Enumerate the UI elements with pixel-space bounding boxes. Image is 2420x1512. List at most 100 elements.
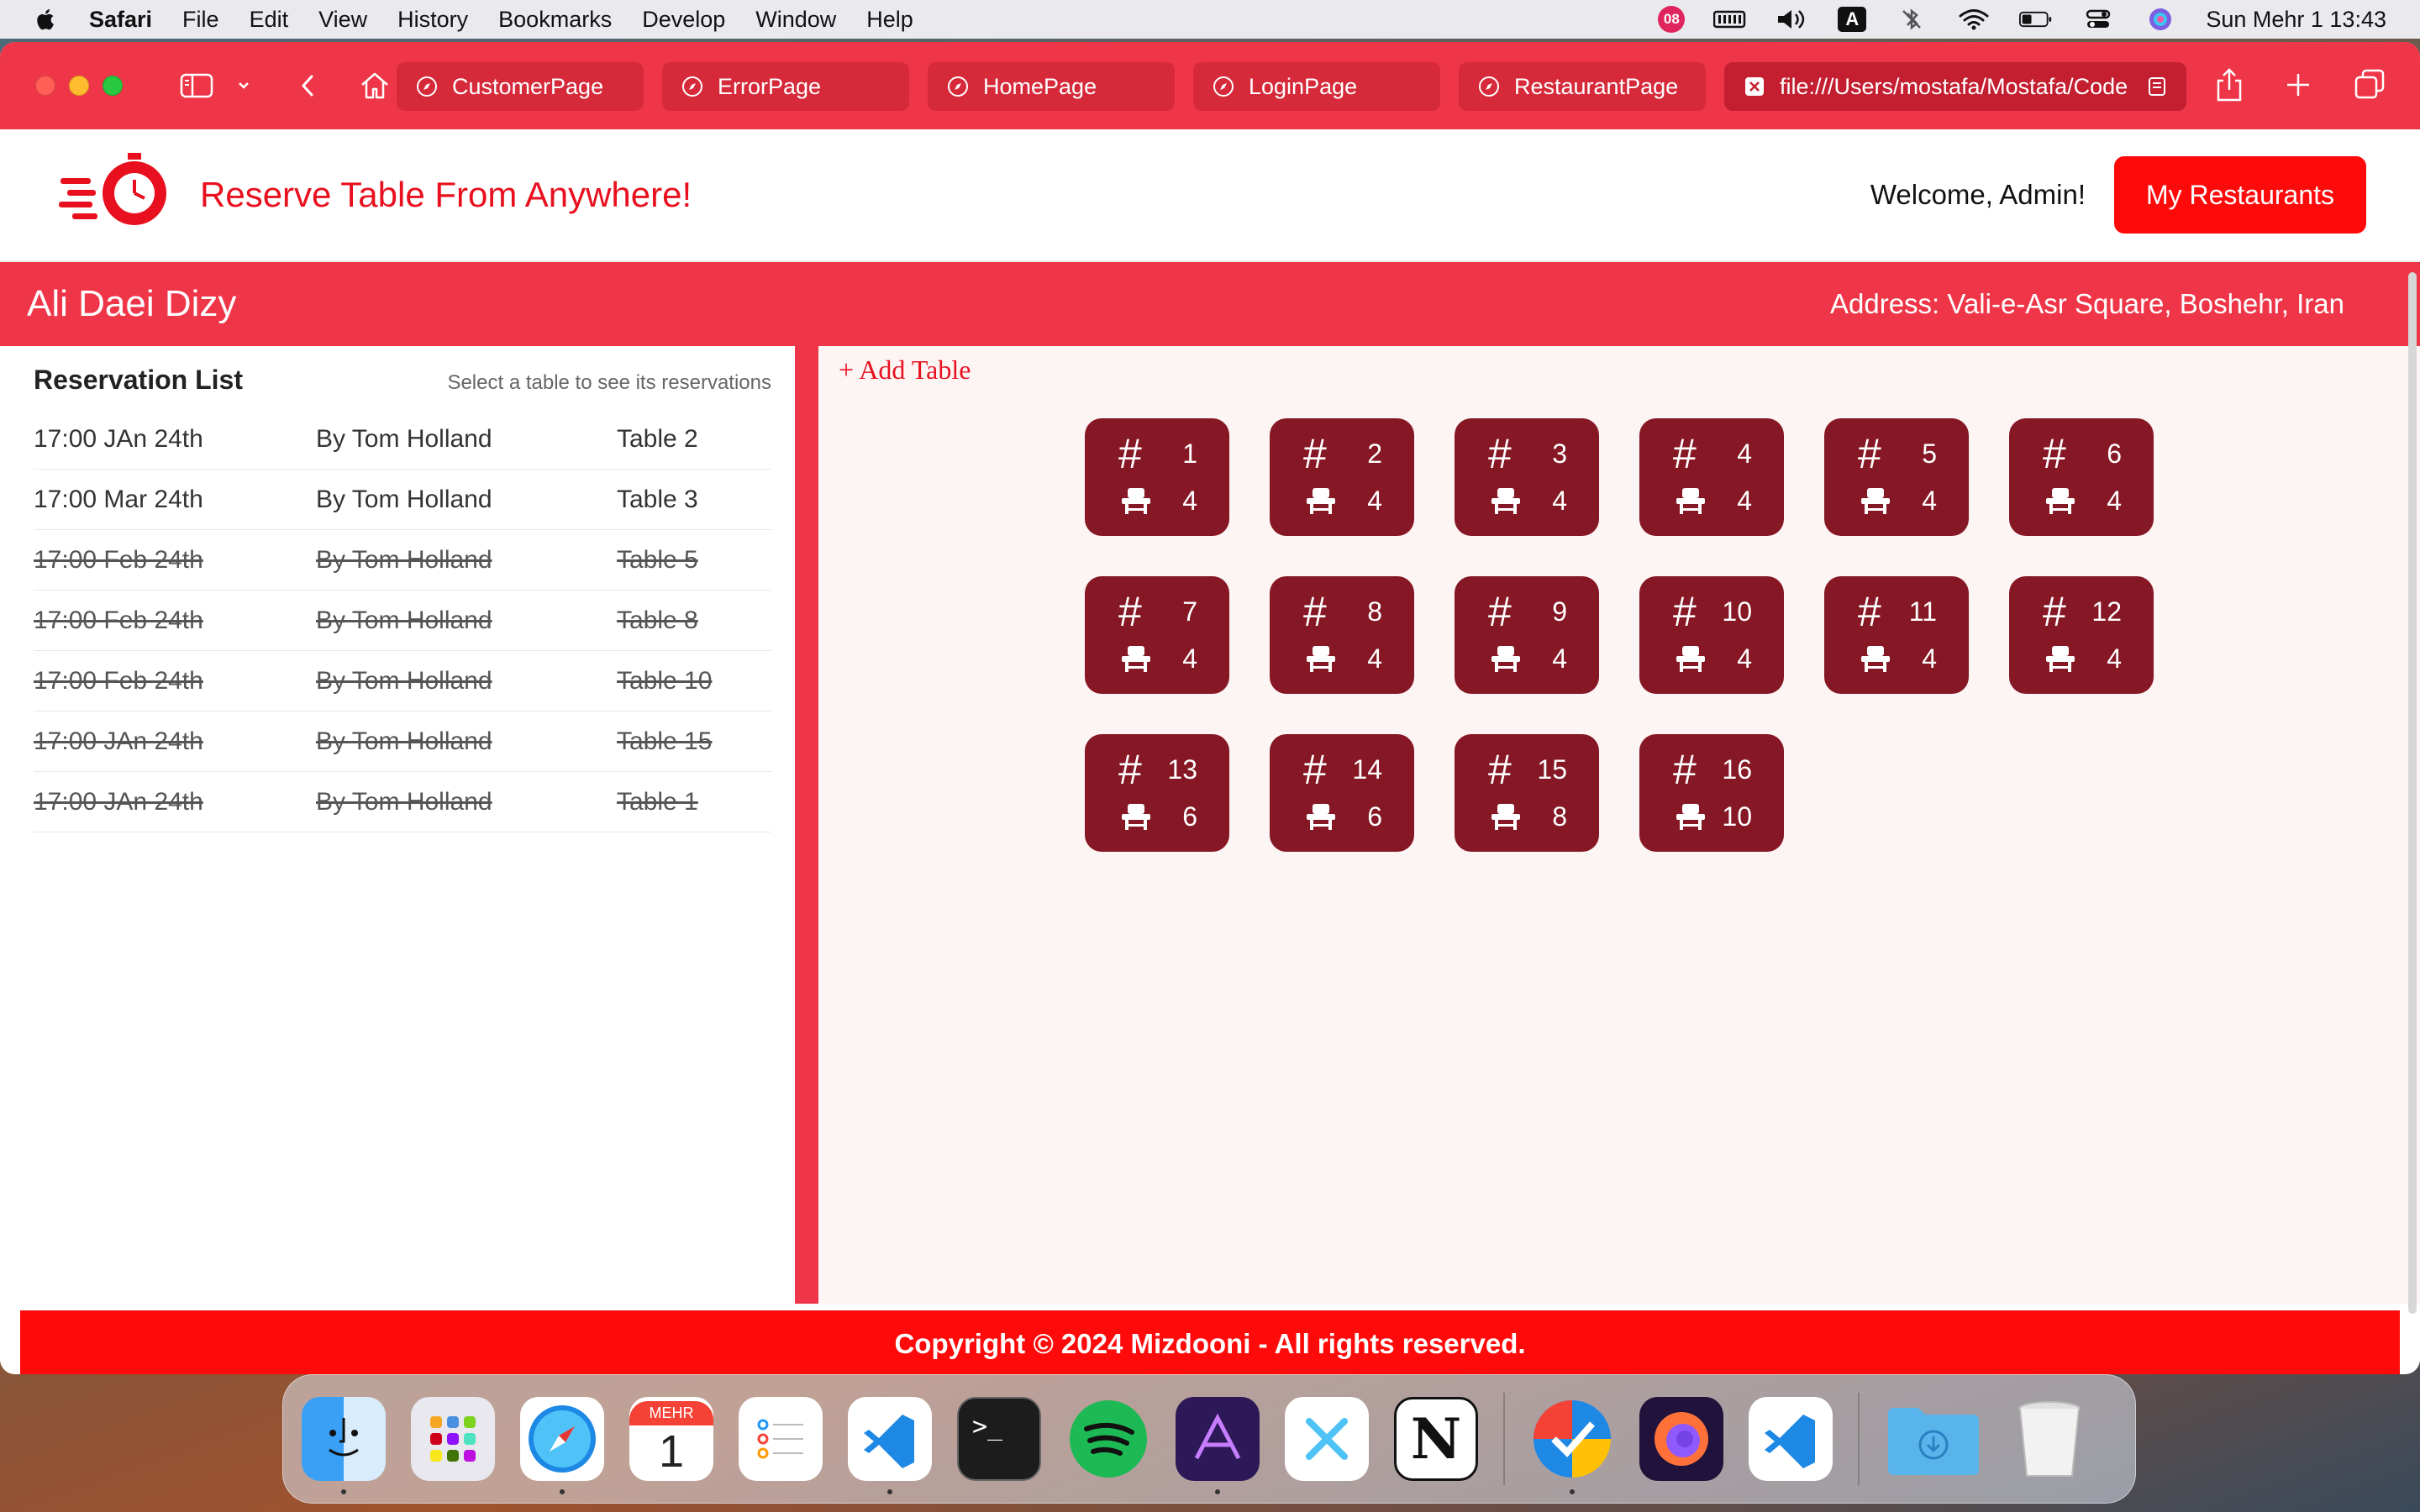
safari-icon[interactable] <box>520 1397 604 1494</box>
notion-icon[interactable]: N <box>1394 1397 1478 1481</box>
launchpad-icon[interactable] <box>411 1397 495 1481</box>
address-field[interactable]: file:///Users/mostafa/Mostafa/Code <box>1780 74 2133 100</box>
xcode-like-icon[interactable] <box>1285 1397 1369 1481</box>
table-card[interactable]: #5 4 <box>1824 418 1969 536</box>
affinity-icon[interactable] <box>1176 1397 1260 1494</box>
reservation-hint: Select a table to see its reservations <box>447 371 771 394</box>
battery-icon[interactable] <box>2019 8 2053 31</box>
share-icon[interactable] <box>2215 67 2244 102</box>
table-number: 3 <box>1552 438 1567 469</box>
menu-app-name[interactable]: Safari <box>89 7 152 33</box>
table-card[interactable]: #9 4 <box>1455 576 1599 694</box>
reservation-row[interactable]: 17:00 Feb 24th By Tom Holland Table 10 <box>34 651 771 711</box>
menubar-clock[interactable]: Sun Mehr 1 13:43 <box>2206 7 2386 33</box>
reservation-customer: By Tom Holland <box>316 727 492 755</box>
calendar-icon[interactable]: MEHR 1 <box>629 1397 713 1481</box>
siri-icon[interactable] <box>2144 8 2177 31</box>
reader-mode-icon[interactable] <box>2146 75 2170 98</box>
page-scrollbar[interactable] <box>2408 272 2417 1314</box>
tab-restaurant-page[interactable]: RestaurantPage <box>1459 62 1706 111</box>
table-card[interactable]: #10 4 <box>1639 576 1784 694</box>
input-source-icon[interactable]: A <box>1838 7 1867 32</box>
table-card[interactable]: #6 4 <box>2009 418 2154 536</box>
chevron-down-icon[interactable] <box>225 67 262 104</box>
reservation-table: Table 1 <box>617 787 698 816</box>
chair-icon <box>1303 483 1339 518</box>
tab-label: ErrorPage <box>718 73 822 99</box>
table-card[interactable]: #2 4 <box>1270 418 1414 536</box>
table-card[interactable]: #3 4 <box>1455 418 1599 536</box>
dock: MEHR 1 >_ N <box>282 1374 2136 1504</box>
add-table-button[interactable]: + Add Table <box>839 354 971 386</box>
finder-icon[interactable] <box>302 1397 386 1494</box>
tab-active-file[interactable]: file:///Users/mostafa/Mostafa/Code <box>1724 62 2186 111</box>
table-card[interactable]: #1 4 <box>1085 418 1229 536</box>
tab-home-page[interactable]: HomePage <box>928 62 1175 111</box>
volume-icon[interactable] <box>1776 8 1809 31</box>
reservation-row[interactable]: 17:00 Feb 24th By Tom Holland Table 8 <box>34 591 771 651</box>
reservation-time: 17:00 Feb 24th <box>34 606 203 634</box>
table-seats: 4 <box>1367 485 1382 516</box>
bluetooth-off-icon[interactable] <box>1895 8 1928 31</box>
todo-icon[interactable] <box>1530 1397 1614 1494</box>
tab-error-page[interactable]: ErrorPage <box>662 62 909 111</box>
window-controls <box>35 76 123 96</box>
reservation-row[interactable]: 17:00 JAn 24th By Tom Holland Table 2 <box>34 409 771 470</box>
terminal-icon[interactable]: >_ <box>957 1397 1041 1481</box>
tab-login-page[interactable]: LoginPage <box>1193 62 1440 111</box>
menu-window[interactable]: Window <box>755 7 836 33</box>
my-restaurants-button[interactable]: My Restaurants <box>2114 156 2366 234</box>
reservation-row[interactable]: 17:00 Feb 24th By Tom Holland Table 5 <box>34 530 771 591</box>
apple-menu-icon[interactable] <box>34 7 59 32</box>
dock-separator <box>1858 1393 1860 1485</box>
vscode-icon[interactable] <box>848 1397 932 1494</box>
firefox-icon[interactable] <box>1639 1397 1723 1481</box>
menu-develop[interactable]: Develop <box>642 7 725 33</box>
table-card[interactable]: #13 6 <box>1085 734 1229 852</box>
new-tab-icon[interactable] <box>2284 67 2312 102</box>
compass-icon <box>1479 76 1499 97</box>
table-number-row: #8 <box>1303 588 1382 635</box>
control-center-icon[interactable] <box>2081 8 2115 31</box>
reservation-row[interactable]: 17:00 Mar 24th By Tom Holland Table 3 <box>34 470 771 530</box>
reservation-row[interactable]: 17:00 JAn 24th By Tom Holland Table 1 <box>34 772 771 832</box>
mizdooni-logo[interactable] <box>55 144 182 245</box>
hash-icon: # <box>1858 588 1881 635</box>
wifi-icon[interactable] <box>1957 8 1991 31</box>
menu-file[interactable]: File <box>182 7 219 33</box>
reminders-icon[interactable] <box>739 1397 823 1481</box>
table-card[interactable]: #16 10 <box>1639 734 1784 852</box>
home-icon[interactable] <box>356 67 393 104</box>
table-card[interactable]: #8 4 <box>1270 576 1414 694</box>
table-card[interactable]: #14 6 <box>1270 734 1414 852</box>
notification-badge[interactable]: 08 <box>1658 6 1686 33</box>
reservation-row[interactable]: 17:00 JAn 24th By Tom Holland Table 15 <box>34 711 771 772</box>
trash-icon[interactable] <box>2007 1397 2091 1481</box>
table-card[interactable]: #7 4 <box>1085 576 1229 694</box>
chair-icon <box>1118 799 1154 834</box>
back-icon[interactable] <box>289 67 326 104</box>
sidebar-toggle-icon[interactable] <box>178 67 215 104</box>
minimize-window-button[interactable] <box>69 76 89 96</box>
table-seats-row: 4 <box>1488 635 1567 682</box>
close-window-button[interactable] <box>35 76 55 96</box>
menu-help[interactable]: Help <box>866 7 913 33</box>
table-card[interactable]: #4 4 <box>1639 418 1784 536</box>
menu-edit[interactable]: Edit <box>250 7 289 33</box>
reservation-customer: By Tom Holland <box>316 666 492 695</box>
spotify-icon[interactable] <box>1066 1397 1150 1481</box>
table-card[interactable]: #15 8 <box>1455 734 1599 852</box>
downloads-folder-icon[interactable] <box>1885 1397 1982 1481</box>
tab-customer-page[interactable]: CustomerPage <box>397 62 644 111</box>
table-card[interactable]: #11 4 <box>1824 576 1969 694</box>
menu-view[interactable]: View <box>318 7 367 33</box>
close-tab-icon[interactable] <box>1743 75 1766 98</box>
zoom-window-button[interactable] <box>103 76 123 96</box>
menu-history[interactable]: History <box>397 7 468 33</box>
table-card[interactable]: #12 4 <box>2009 576 2154 694</box>
tab-overview-icon[interactable] <box>2353 67 2386 102</box>
battery-meter-icon[interactable] <box>1713 8 1747 31</box>
menu-bookmarks[interactable]: Bookmarks <box>498 7 612 33</box>
tab-bar: CustomerPage ErrorPage HomePage LoginPag… <box>397 62 2186 111</box>
vscode-icon[interactable] <box>1749 1397 1833 1481</box>
